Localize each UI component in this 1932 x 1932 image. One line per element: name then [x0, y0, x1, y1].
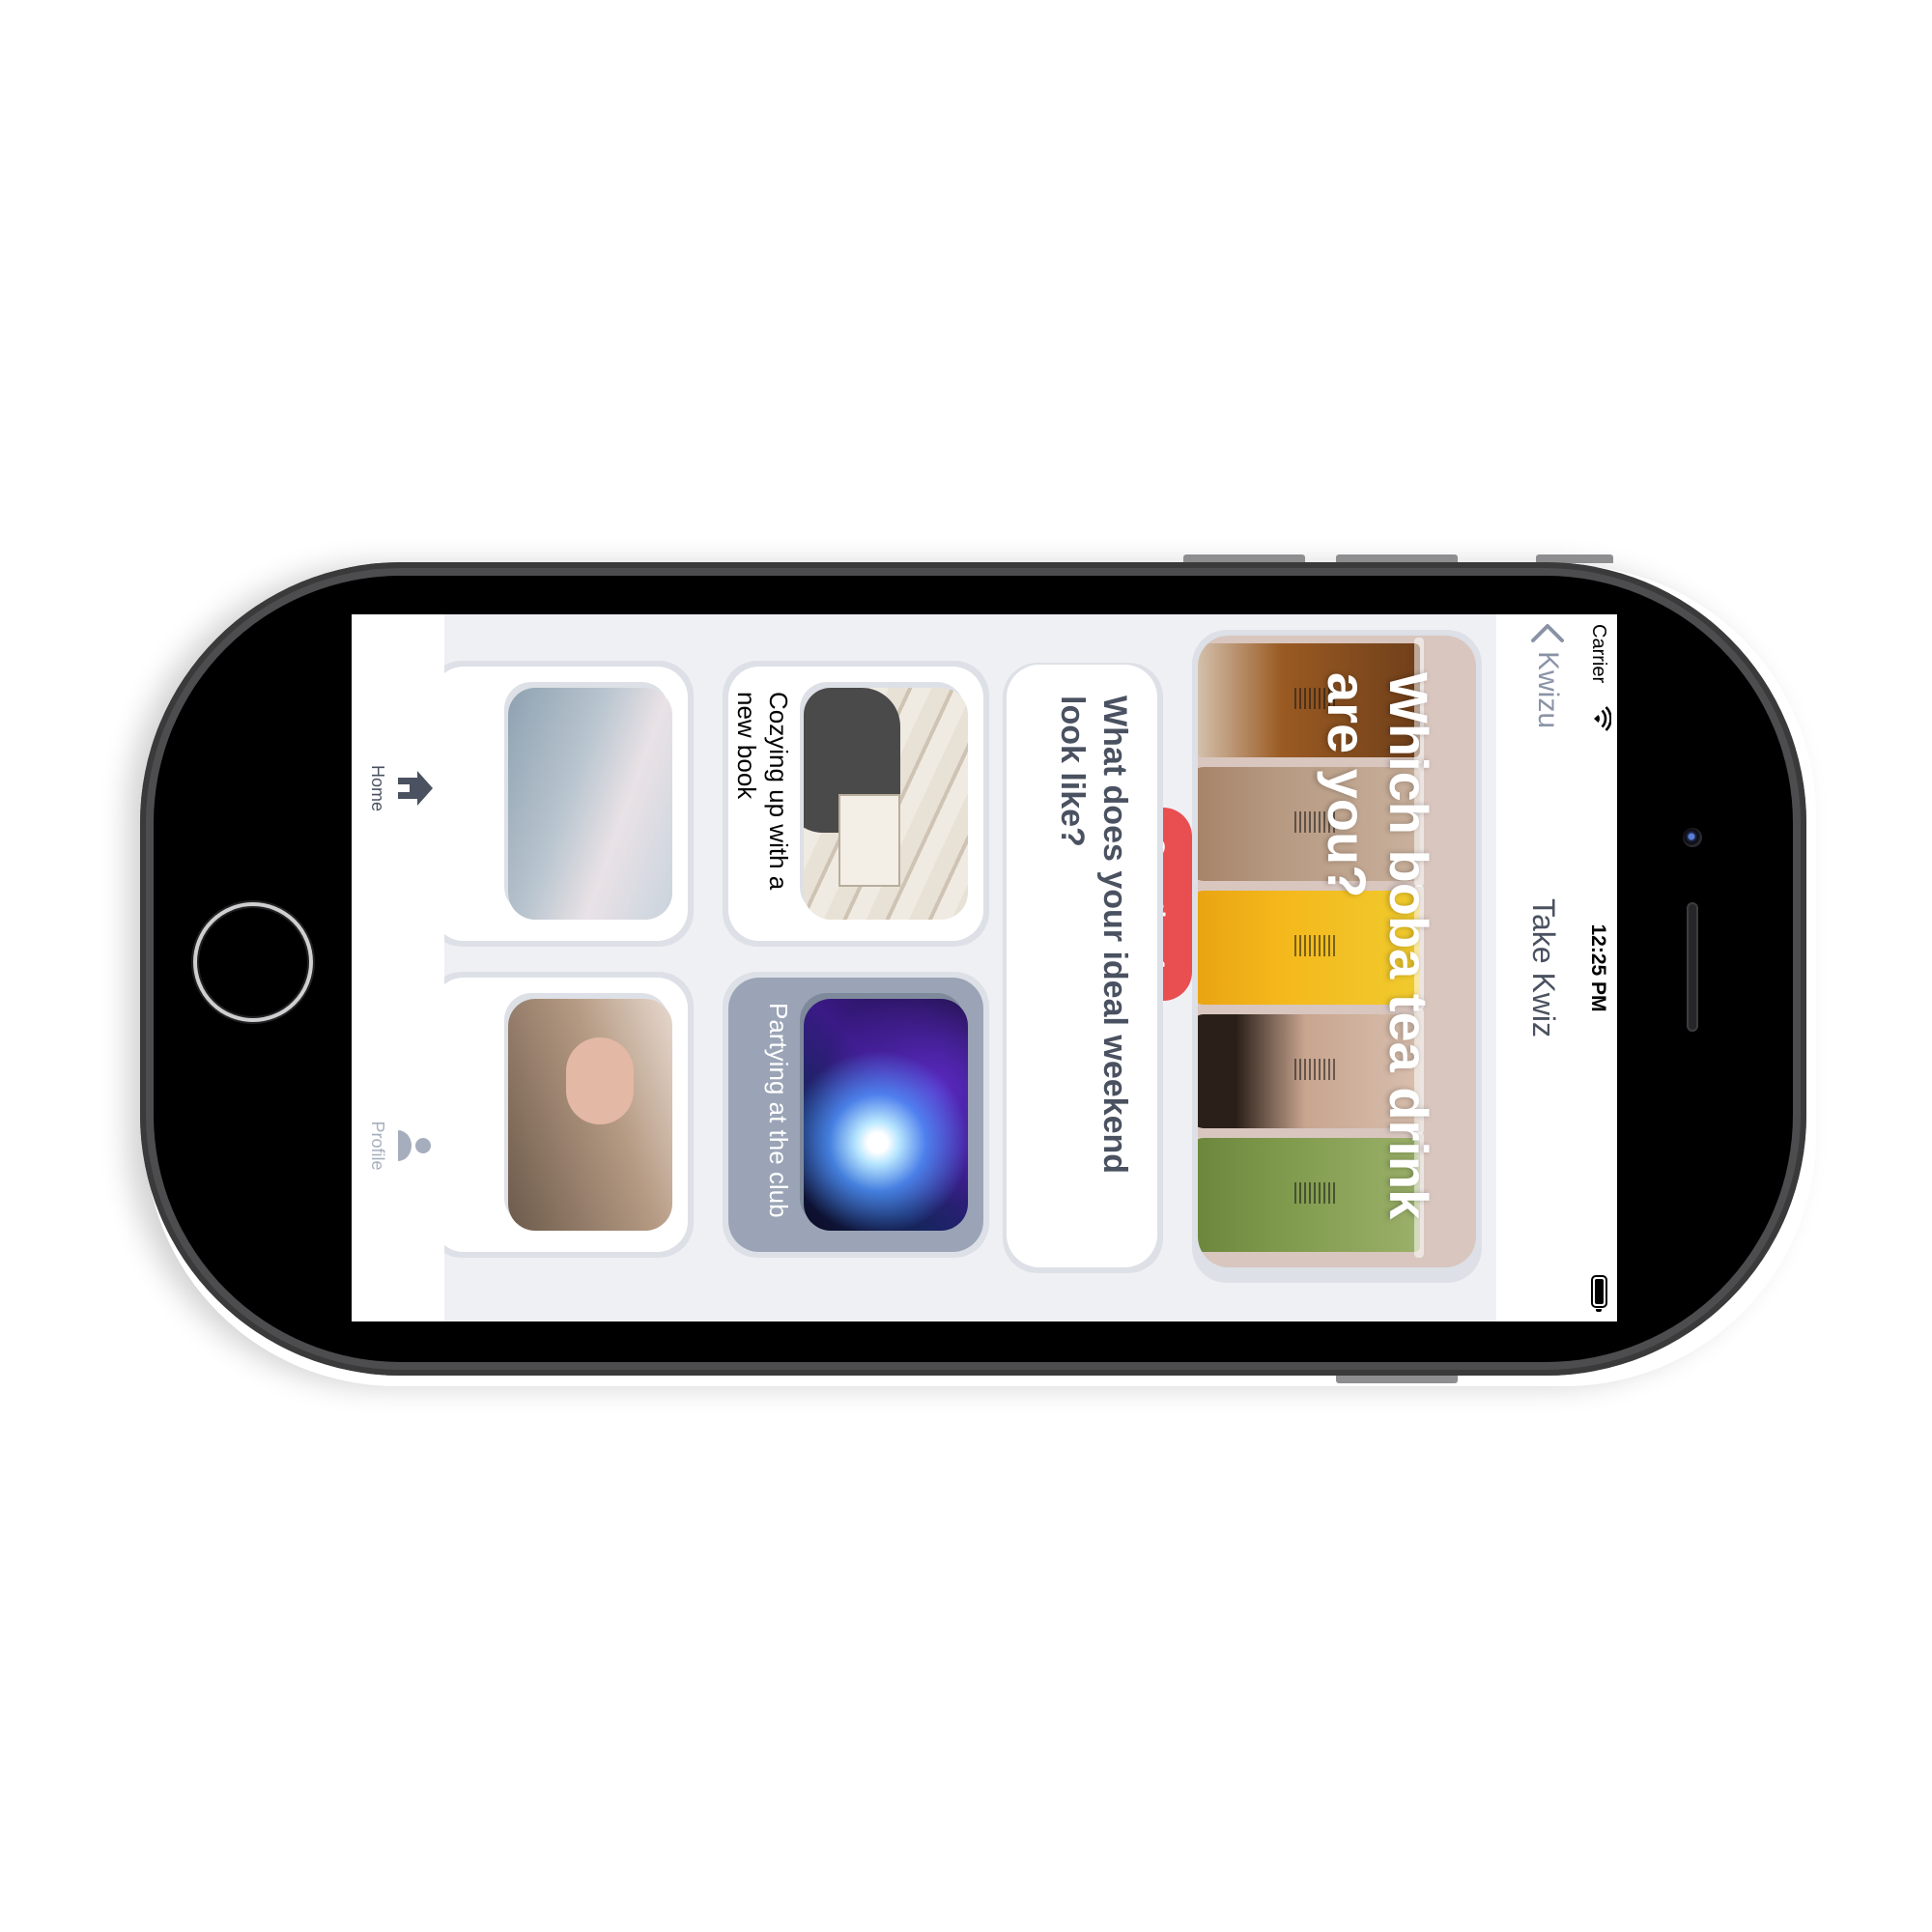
page-title: Take Kwiz — [1526, 897, 1561, 1038]
battery-icon — [1591, 1275, 1607, 1312]
answer-option-gift[interactable] — [427, 972, 694, 1258]
kwiz-app: Carrier 12:25 PM Kwizu Take Kwiz Which b… — [352, 614, 1617, 1321]
home-icon — [398, 771, 433, 806]
painting-photo — [508, 688, 672, 920]
quiz-hero-card: Which boba tea drink are you? — [1192, 630, 1482, 1283]
device-screen: Carrier 12:25 PM Kwizu Take Kwiz Which b… — [352, 614, 1617, 1321]
clock: 12:25 PM — [1587, 923, 1609, 1012]
question-text: What does your ideal weekend look like? — [1054, 696, 1133, 1175]
status-bar: Carrier 12:25 PM — [1578, 614, 1617, 1321]
concert-crowd-photo — [804, 999, 968, 1231]
tab-profile[interactable]: Profile — [367, 1088, 437, 1204]
answer-label: Cozying up with a new book — [732, 692, 793, 891]
tab-bar: Home Profile — [352, 614, 444, 1321]
wrapped-gift-photo — [508, 999, 672, 1231]
power-button — [1336, 1375, 1458, 1383]
answer-label: Partying at the club — [764, 1003, 793, 1218]
tab-home[interactable]: Home — [367, 730, 437, 846]
quiz-title: Which boba tea drink are you? — [1317, 672, 1439, 1220]
profile-icon — [398, 1130, 431, 1161]
question-card: What does your ideal weekend look like? — [1003, 663, 1163, 1273]
tab-profile-label: Profile — [368, 1121, 387, 1171]
quiz-cover-image: Which boba tea drink are you? — [1198, 636, 1476, 1267]
front-camera — [1683, 828, 1702, 847]
answer-option-book[interactable]: Cozying up with a new book — [723, 661, 989, 947]
reading-books-photo — [804, 688, 968, 920]
answer-option-painting[interactable] — [427, 661, 694, 947]
home-hardware-button[interactable] — [193, 902, 313, 1022]
navigation-bar: Kwizu Take Kwiz — [1496, 614, 1578, 1321]
answer-option-club[interactable]: Partying at the club — [723, 972, 989, 1258]
earpiece-speaker — [1687, 902, 1698, 1032]
tab-home-label: Home — [368, 764, 387, 811]
